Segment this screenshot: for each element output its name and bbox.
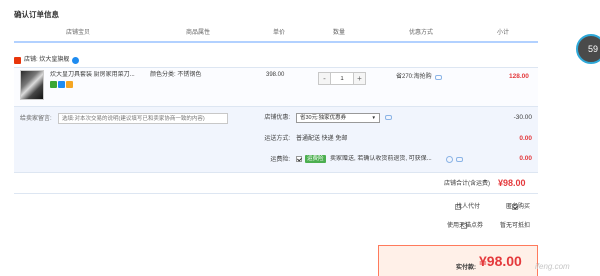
promotion-text: 省270:淘抢购: [396, 74, 432, 80]
insurance-desc: 卖家赠送, 若确认收货前退货, 可获保...: [330, 156, 432, 162]
shipping-amount: 0.00: [519, 135, 532, 142]
store-total-value: ¥98.00: [498, 178, 526, 188]
anonymous-buy-label[interactable]: 匿名购买: [506, 203, 530, 211]
product-attributes: 颜色分类: 不锈钢色: [150, 72, 202, 78]
floating-counter-bubble[interactable]: 59: [576, 34, 600, 64]
coupon-label: 店铺优惠:: [264, 115, 290, 121]
shipping-label: 运送方式:: [264, 136, 290, 142]
quantity-stepper: - +: [318, 72, 366, 85]
item-subtotal: 128.00: [509, 73, 529, 80]
help-icon[interactable]: [446, 156, 453, 163]
shipping-method: 普通配送 快递 免邮: [296, 136, 348, 142]
column-header-unit-price: 单价: [272, 30, 285, 36]
divider: [14, 193, 538, 194]
store-row: 店铺: 炊大皇旗舰: [14, 56, 80, 65]
promotion: 省270:淘抢购: [396, 73, 442, 81]
store-name[interactable]: 店铺: 炊大皇旗舰: [24, 56, 69, 65]
increase-button[interactable]: +: [354, 73, 365, 84]
watermark: ifeng.com: [535, 262, 570, 271]
column-header-product: 店铺宝贝: [65, 30, 90, 36]
pay-for-me-label[interactable]: 找人代付: [456, 203, 480, 211]
coupon-amount: -30.00: [513, 114, 532, 121]
service-badge-icon: [58, 81, 65, 88]
insurance-checkbox[interactable]: [296, 156, 302, 162]
column-header-attributes: 商品属性: [185, 30, 210, 36]
payment-total: ¥98.00: [479, 253, 522, 269]
chat-wangwang-icon[interactable]: [72, 57, 80, 64]
header-divider: [14, 41, 538, 43]
memo-label: 给卖家留言:: [20, 116, 52, 122]
coupon-selected: 省30元:独家优惠券: [300, 115, 347, 121]
quantity-input[interactable]: [330, 73, 354, 84]
dropdown-arrow-icon: ▼: [371, 115, 376, 120]
column-header-subtotal: 小计: [496, 30, 509, 36]
comment-icon[interactable]: [434, 74, 442, 80]
insurance-amount: 0.00: [519, 155, 532, 162]
payment-label: 实付款:: [456, 265, 476, 271]
column-header-promotion: 优惠方式: [408, 30, 433, 36]
decrease-button[interactable]: -: [319, 73, 330, 84]
points-label[interactable]: 使用天猫点券: [447, 222, 483, 230]
store-icon: [14, 57, 21, 64]
points-value: 暂无可抵扣: [500, 223, 531, 229]
unit-price: 398.00: [266, 72, 285, 78]
product-title[interactable]: 炊大皇刀具套装 厨房家用菜刀...: [50, 71, 145, 79]
page-title: 确认订单信息: [14, 10, 59, 19]
comment-icon[interactable]: [385, 115, 392, 120]
insurance-label: 运费险:: [270, 157, 290, 163]
service-badge-icon: [66, 81, 73, 88]
coupon-select[interactable]: 省30元:独家优惠券 ▼: [296, 113, 380, 123]
comment-icon[interactable]: [456, 157, 463, 162]
service-badges: [50, 81, 73, 88]
store-total-label: 店铺合计(含运费): [444, 181, 490, 187]
product-thumbnail[interactable]: [20, 70, 44, 100]
seller-memo-input[interactable]: [58, 113, 228, 124]
column-header-quantity: 数量: [332, 30, 345, 36]
insurance-tag: 运费险: [305, 155, 326, 163]
service-badge-icon: [50, 81, 57, 88]
